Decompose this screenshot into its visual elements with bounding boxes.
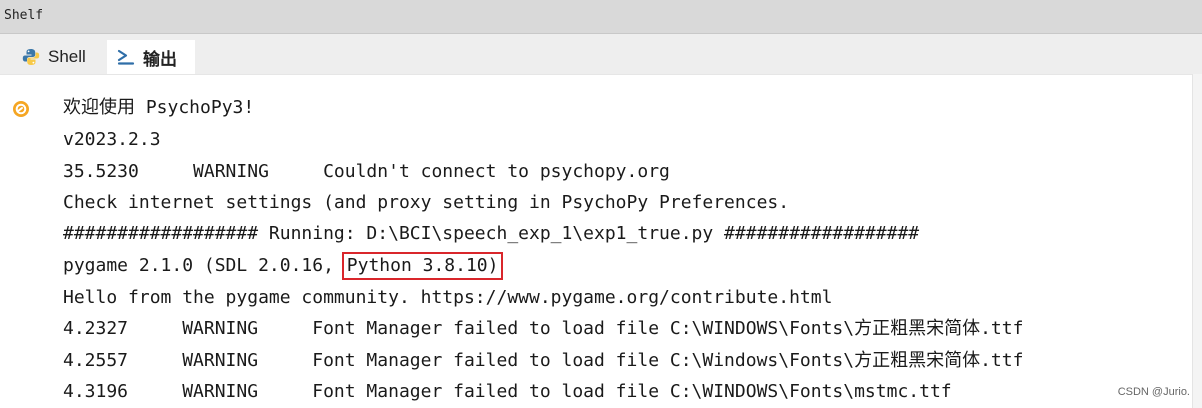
output-panel[interactable]: 欢迎使用 PsychoPy3! v2023.2.3 35.5230 WARNIN… [0, 74, 1202, 408]
terminal-prompt-icon [117, 49, 135, 65]
output-line: Check internet settings (and proxy setti… [63, 192, 790, 213]
output-line: Hello from the pygame community. https:/… [63, 287, 833, 308]
window-title: Shelf [4, 8, 44, 23]
shelf-window: Shelf Shell 输出 欢迎使用 PsychoPy3! v2023.2.3… [0, 0, 1202, 408]
tab-output[interactable]: 输出 [107, 40, 195, 74]
output-line: 欢迎使用 PsychoPy3! [63, 97, 255, 118]
output-line-pygame: pygame 2.1.0 (SDL 2.0.16, Python 3.8.10) [63, 250, 504, 281]
pygame-version-text: pygame 2.1.0 (SDL 2.0.16, [63, 255, 345, 276]
highlighted-python-version: Python 3.8.10) [341, 252, 504, 280]
tab-shell-label: Shell [48, 47, 86, 66]
output-line: 4.2557 WARNING Font Manager failed to lo… [63, 350, 1024, 371]
tab-output-label: 输出 [143, 49, 177, 69]
python-icon [22, 48, 40, 66]
output-line: 35.5230 WARNING Couldn't connect to psyc… [63, 161, 670, 182]
watermark: CSDN @Jurio. [1117, 386, 1190, 398]
title-bar: Shelf [0, 0, 1202, 34]
run-status-icon[interactable] [11, 99, 31, 119]
tab-bar: Shell 输出 [0, 34, 1202, 74]
output-line: ################## Running: D:\BCI\speec… [63, 223, 920, 244]
output-line: 4.2327 WARNING Font Manager failed to lo… [63, 318, 1024, 339]
output-line: v2023.2.3 [63, 129, 161, 150]
tab-shell[interactable]: Shell [14, 40, 104, 74]
output-line: 4.3196 WARNING Font Manager failed to lo… [63, 381, 952, 402]
vertical-scrollbar[interactable] [1192, 74, 1202, 408]
